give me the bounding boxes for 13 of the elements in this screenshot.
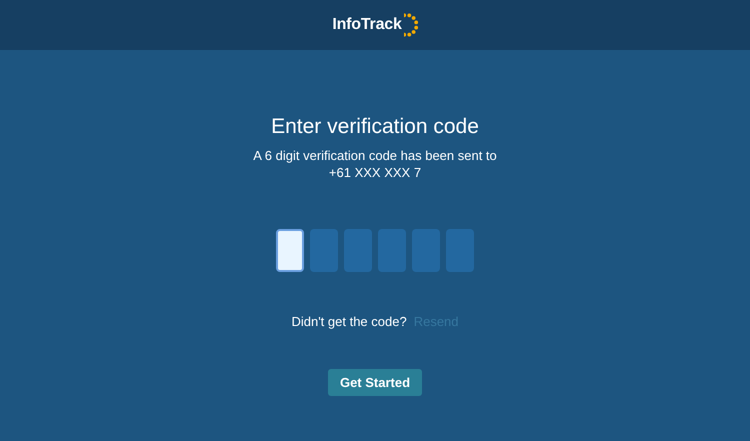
phone-number: +61 XXX XXX 7 <box>328 164 422 181</box>
dots-icon <box>404 12 418 38</box>
code-digit-field[interactable] <box>446 229 474 272</box>
code-digit-field[interactable] <box>378 229 406 272</box>
code-digit-field[interactable] <box>412 229 440 272</box>
page-title: Enter verification code <box>271 115 479 139</box>
code-digit-field[interactable] <box>310 229 338 272</box>
message-text: A 6 digit verification code has been sent to <box>253 147 497 164</box>
logo-text: InfoTrack <box>332 16 402 34</box>
resend-prompt: Didn't get the code? <box>291 314 407 329</box>
code-digit-field[interactable] <box>344 229 372 272</box>
code-digit-field[interactable] <box>276 229 304 272</box>
get-started-button[interactable]: Get Started <box>328 369 422 396</box>
